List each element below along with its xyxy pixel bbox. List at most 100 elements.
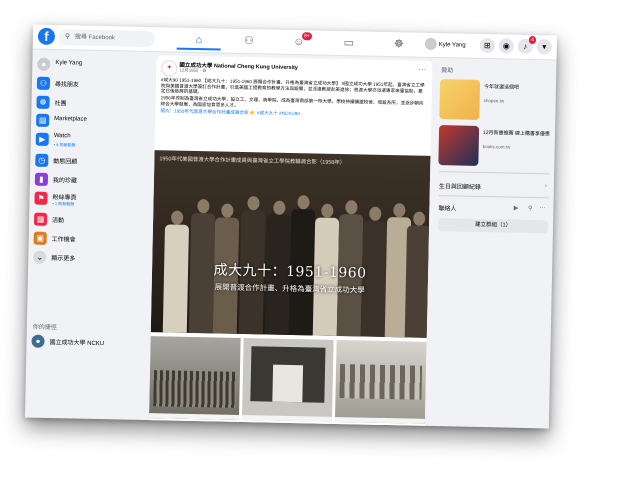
- person-head: [345, 200, 358, 215]
- sidebar-item-label: 工作機會: [51, 236, 76, 244]
- photo-thumbnail[interactable]: [148, 336, 241, 420]
- menu-grid-button[interactable]: ⊞: [479, 37, 495, 54]
- sidebar-item-memories[interactable]: ◷ 動態回顧: [33, 152, 145, 172]
- search-input[interactable]: ⚲ 搜尋 Facebook: [58, 29, 156, 48]
- groups-icon: ☸: [36, 95, 50, 109]
- facebook-logo-icon[interactable]: f: [37, 27, 56, 46]
- ad-title: 今年就選這個吧: [483, 84, 520, 91]
- sidebar-item-groups[interactable]: ☸ 社團: [34, 94, 146, 114]
- sidebar-item-events[interactable]: ▦ 活動: [32, 211, 144, 231]
- watch-icon: ▶: [35, 132, 49, 146]
- birthdays-label: 生日與回顧紀錄: [438, 184, 481, 191]
- sidebar-item-sublabel: • 9 則新動態: [53, 142, 76, 148]
- person-head: [171, 210, 184, 225]
- saved-icon: ▮: [34, 172, 49, 186]
- post-card: ✦ 國立成功大學 National Cheng Kung University …: [148, 55, 433, 429]
- post-more-button[interactable]: ···: [418, 65, 426, 74]
- sidebar-item-jobs[interactable]: ▣ 工作機會: [32, 230, 144, 250]
- person-head: [297, 195, 310, 210]
- birthdays-row[interactable]: 生日與回顧紀錄 ›: [439, 181, 549, 192]
- profile-icon: ●: [37, 57, 51, 71]
- shortcuts-heading: 你的捷徑: [32, 324, 57, 332]
- menu-grid-icon: ⊞: [483, 41, 491, 51]
- crowd-image: [153, 370, 236, 408]
- sidebar-item-pages[interactable]: ⚑ 粉絲專頁 • 1 則新動態: [32, 190, 144, 210]
- marketplace-tab[interactable]: ▭: [327, 33, 371, 54]
- search-placeholder: 搜尋 Facebook: [74, 34, 115, 42]
- friends-tab[interactable]: ⚇: [227, 31, 271, 52]
- photo-caption: 1950年代美國普渡大學合作計畫成員與臺灣省立工學院教職員合影（1958年）: [159, 156, 346, 167]
- sidebar-item-saved[interactable]: ▮ 我的珍藏: [33, 171, 145, 191]
- profile-name: Kyle Yang: [438, 42, 466, 49]
- contacts-header: 聯絡人 ▶ ⚲ ···: [438, 203, 548, 214]
- person-head: [321, 203, 334, 218]
- person-head: [247, 196, 260, 211]
- account-menu-button[interactable]: ▾: [536, 39, 552, 55]
- groups-icon: ☸: [393, 38, 404, 51]
- page-avatar[interactable]: ✦: [161, 60, 178, 77]
- friends-icon: ⚇: [36, 76, 51, 90]
- building-image: [339, 364, 423, 400]
- ad-image: [439, 79, 481, 120]
- sponsored-ad[interactable]: 今年就選這個吧 shopee.tw: [437, 79, 554, 121]
- sidebar-item-watch[interactable]: ▶ Watch • 9 則新動態: [34, 131, 146, 151]
- create-group-button[interactable]: 建立群組（1）: [437, 218, 549, 234]
- divider: [439, 171, 550, 175]
- sidebar-item-friends[interactable]: ⚇ 尋找朋友: [35, 75, 147, 95]
- photo-thumbnail[interactable]: [241, 338, 334, 422]
- profile-chip[interactable]: Kyle Yang: [424, 38, 466, 53]
- person-head: [369, 206, 382, 221]
- sidebar-item-label: 動態回顧: [53, 159, 78, 166]
- sidebar-item-label: Marketplace: [54, 116, 87, 123]
- sidebar-item-label: 我的珍藏: [52, 178, 77, 185]
- sidebar-item-label: 顯示更多: [51, 255, 76, 263]
- sidebar-item-label: 活動: [52, 217, 65, 225]
- sidebar-item-profile[interactable]: ● Kyle Yang: [35, 56, 147, 76]
- search-icon[interactable]: ⚲: [528, 205, 533, 212]
- person-head: [393, 203, 406, 218]
- events-icon: ▦: [33, 212, 48, 226]
- ad-domain: shopee.tw: [483, 98, 505, 104]
- right-column: 贊助 今年就選這個吧 shopee.tw 12月新書推薦 線上購書享優惠 boo…: [431, 61, 555, 423]
- person-head: [221, 203, 234, 218]
- left-sidebar: 你的捷徑 ● 國立成功大學 NCKU ● Kyle Yang ⚇ 尋找朋友 ☸ 社團 ▤ Ma…: [25, 50, 151, 420]
- sidebar-item-see-more[interactable]: ⌄ 顯示更多: [31, 249, 143, 269]
- photo-thumbnail[interactable]: [334, 339, 427, 424]
- ad-domain: books.com.tw: [482, 143, 511, 150]
- divider: [438, 195, 549, 199]
- sidebar-item-marketplace[interactable]: ▤ Marketplace: [34, 112, 146, 132]
- sponsored-ad[interactable]: 12月新書推薦 線上購書享優惠 books.com.tw: [436, 125, 553, 167]
- shortcut-label: 國立成功大學 NCKU: [49, 339, 105, 348]
- ncku-icon: ●: [31, 334, 45, 348]
- person-head: [197, 199, 210, 214]
- watch-tab[interactable]: ☺ 9+: [277, 32, 321, 53]
- post-photo[interactable]: 1950年代美國普渡大學合作計畫成員與臺灣省立工學院教職員合影（1958年） 成…: [150, 150, 431, 338]
- post-timestamp[interactable]: 12月16日 · ⚙: [179, 68, 206, 75]
- messenger-icon: ◉: [502, 41, 510, 51]
- notification-badge: 9+: [301, 32, 312, 41]
- memories-icon: ◷: [35, 153, 49, 167]
- messenger-button[interactable]: ◉: [498, 38, 514, 54]
- sidebar-item-label: 粉絲專頁: [52, 195, 77, 202]
- account-menu-icon: ▾: [542, 42, 547, 52]
- video-call-icon[interactable]: ▶: [514, 205, 519, 212]
- home-tab[interactable]: ⌂: [176, 29, 222, 51]
- thumbnail-strip: [241, 415, 333, 422]
- marketplace-icon: ▤: [36, 113, 50, 127]
- marketplace-icon: ▭: [343, 37, 355, 50]
- thumbnail-strip: [148, 413, 240, 420]
- notifications-button[interactable]: ♪ 4: [517, 35, 537, 55]
- home-icon: ⌂: [195, 33, 203, 47]
- sidebar-item-label: Kyle Yang: [55, 60, 83, 67]
- avatar: [424, 38, 437, 51]
- sponsored-heading: 贊助: [441, 68, 454, 75]
- more-icon[interactable]: ···: [539, 205, 545, 211]
- groups-tab[interactable]: ☸: [377, 34, 421, 55]
- thumbnail-strip: [334, 416, 426, 424]
- ad-image: [438, 125, 480, 166]
- sidebar-item-label: Watch: [53, 133, 71, 140]
- shortcut-ncku[interactable]: ● 國立成功大學 NCKU: [29, 333, 141, 353]
- person-head: [273, 200, 286, 215]
- contacts-heading: 聯絡人: [438, 206, 457, 213]
- jobs-icon: ▣: [33, 231, 47, 245]
